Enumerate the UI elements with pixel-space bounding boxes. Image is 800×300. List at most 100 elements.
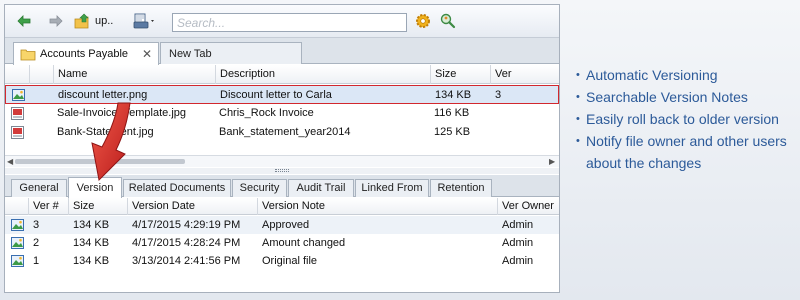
scan-menu-button[interactable]: [133, 12, 157, 30]
close-tab-icon[interactable]: ✕: [142, 47, 152, 61]
feature-text: Notify file owner and other users about …: [586, 133, 787, 171]
up-folder-label: up..: [95, 15, 114, 27]
file-name: Bank-Statement.jpg: [57, 126, 154, 138]
gear-icon: [416, 14, 430, 28]
feature-item: • Automatic Versioning: [576, 64, 796, 86]
version-size: 134 KB: [73, 255, 110, 267]
settings-button[interactable]: [415, 12, 431, 30]
feature-list: • Automatic Versioning • Searchable Vers…: [576, 64, 796, 174]
tab-audit-trail[interactable]: Audit Trail: [288, 179, 354, 197]
version-row[interactable]: 1 134 KB 3/13/2014 2:41:56 PM Original f…: [5, 252, 559, 270]
version-number: 1: [33, 255, 40, 267]
icon-column-header: [5, 65, 29, 84]
version-note: Approved: [262, 219, 310, 231]
version-size: 134 KB: [73, 219, 110, 231]
file-list-header: Name Description Size Ver: [5, 65, 559, 84]
tab-label: Accounts Payable: [40, 48, 129, 60]
file-size: 116 KB: [434, 107, 470, 119]
file-ver: [490, 123, 550, 142]
column-header-name[interactable]: Name: [53, 65, 215, 84]
file-name: discount letter.png: [58, 89, 148, 101]
file-ver: 3: [495, 89, 502, 101]
version-owner: Admin: [502, 255, 534, 267]
file-size: 134 KB: [435, 89, 472, 101]
column-header-version-date[interactable]: Version Date: [127, 198, 257, 215]
file-description: Chris_Rock Invoice: [219, 107, 314, 119]
tab-security[interactable]: Security: [232, 179, 287, 197]
file-row[interactable]: Bank-Statement.jpg Bank_statement_year20…: [5, 123, 559, 142]
image-file-icon: [11, 255, 24, 267]
version-row[interactable]: 2 134 KB 4/17/2015 4:28:24 PM Amount cha…: [5, 234, 559, 252]
tab-version[interactable]: Version: [68, 177, 122, 198]
version-date: 3/13/2014 2:41:56 PM: [132, 255, 241, 267]
feature-text: Searchable Version Notes: [586, 89, 748, 105]
version-size: 134 KB: [73, 237, 110, 249]
user-search-icon: [440, 13, 456, 29]
forward-arrow-icon: [49, 15, 63, 27]
file-name: Sale-Invoice_Template.jpg: [57, 107, 187, 119]
bullet-icon: •: [576, 91, 580, 103]
image-file-icon: [11, 237, 24, 249]
file-row[interactable]: Sale-Invoice_Template.jpg Chris_Rock Inv…: [5, 104, 559, 123]
file-size: 125 KB: [434, 126, 471, 138]
property-tab-strip: General Version Related Documents Securi…: [5, 175, 559, 198]
version-owner: Admin: [502, 219, 534, 231]
feature-item: • Easily roll back to older version: [576, 108, 796, 130]
tab-accounts-payable[interactable]: Accounts Payable ✕: [13, 42, 159, 65]
horizontal-scrollbar[interactable]: ◀ ▶: [5, 155, 559, 167]
up-folder-icon: [74, 13, 89, 29]
folder-icon: [20, 49, 36, 60]
bullet-icon: •: [576, 113, 580, 125]
toolbar: up..: [5, 5, 559, 38]
forward-button[interactable]: [49, 12, 63, 30]
file-description: Bank_statement_year2014: [219, 126, 351, 138]
feature-item: • Notify file owner and other users abou…: [576, 130, 796, 174]
bullet-icon: •: [576, 69, 580, 81]
tab-linked-from[interactable]: Linked From: [355, 179, 429, 197]
splitter-grip-icon[interactable]: [275, 169, 289, 172]
version-number: 2: [33, 237, 40, 249]
version-list-header: Ver # Size Version Date Version Note Ver…: [5, 198, 559, 215]
image-file-icon: [12, 89, 25, 101]
file-description: Discount letter to Carla: [220, 89, 332, 101]
tab-retention[interactable]: Retention: [430, 179, 492, 197]
tab-related-documents[interactable]: Related Documents: [123, 179, 231, 197]
column-header-size[interactable]: Size: [68, 198, 127, 215]
back-button[interactable]: [17, 12, 31, 30]
scroll-left-icon[interactable]: ◀: [7, 156, 13, 168]
scanner-icon: [133, 13, 154, 29]
version-note: Amount changed: [262, 237, 346, 249]
panel-splitter[interactable]: [5, 168, 559, 174]
feature-item: • Searchable Version Notes: [576, 86, 796, 108]
version-row[interactable]: 3 134 KB 4/17/2015 4:29:19 PM Approved A…: [5, 216, 559, 234]
column-header-version-note[interactable]: Version Note: [257, 198, 497, 215]
file-ver: [490, 104, 550, 123]
find-user-button[interactable]: [440, 12, 456, 30]
file-row[interactable]: discount letter.png Discount letter to C…: [5, 85, 559, 104]
version-date: 4/17/2015 4:29:19 PM: [132, 219, 241, 231]
scroll-right-icon[interactable]: ▶: [549, 156, 555, 168]
tab-label: New Tab: [169, 47, 212, 60]
search-input[interactable]: [172, 13, 407, 32]
column-header-ver[interactable]: Ver: [490, 65, 559, 84]
scrollbar-thumb[interactable]: [15, 159, 185, 164]
column-header-size[interactable]: Size: [430, 65, 490, 84]
tab-general[interactable]: General: [11, 179, 67, 197]
feature-text: Automatic Versioning: [586, 67, 718, 83]
tab-new-tab[interactable]: New Tab: [160, 42, 302, 64]
blank-column-header: [29, 65, 53, 84]
column-header-ver-owner[interactable]: Ver Owner: [497, 198, 559, 215]
icon-column-header: [5, 198, 28, 215]
jpg-file-icon: [11, 107, 24, 120]
back-arrow-icon: [17, 15, 31, 27]
document-manager-window: up.. Search... Accounts Payable ✕ New Ta…: [4, 4, 560, 293]
version-note: Original file: [262, 255, 318, 267]
version-owner: Admin: [502, 237, 534, 249]
jpg-file-icon: [11, 126, 24, 139]
up-folder-button[interactable]: up..: [74, 12, 113, 30]
image-file-icon: [11, 219, 24, 231]
column-header-description[interactable]: Description: [215, 65, 430, 84]
column-header-ver-number[interactable]: Ver #: [28, 198, 68, 215]
feature-text: Easily roll back to older version: [586, 111, 779, 127]
version-date: 4/17/2015 4:28:24 PM: [132, 237, 241, 249]
